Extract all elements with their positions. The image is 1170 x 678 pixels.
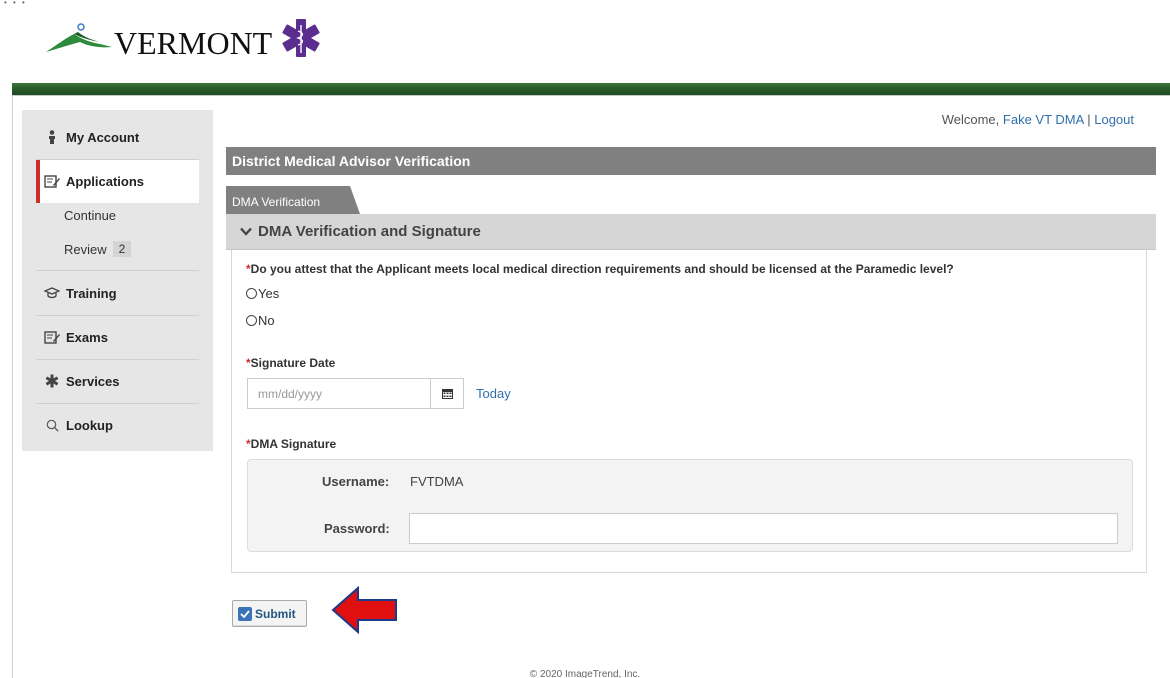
submit-button[interactable]: Submit — [232, 600, 307, 627]
logout-link[interactable]: Logout — [1094, 112, 1134, 127]
sidebar-item-training[interactable]: Training — [22, 271, 213, 315]
search-icon — [44, 419, 60, 432]
logo-text: VERMONT — [114, 24, 273, 61]
sidebar-item-label: Lookup — [66, 417, 113, 433]
username-label: Username: — [322, 474, 390, 489]
signature-date-input[interactable]: mm/dd/yyyy — [247, 378, 430, 409]
star-of-life-icon — [282, 19, 320, 57]
section-title: DMA Verification and Signature — [258, 223, 481, 240]
section-header[interactable]: DMA Verification and Signature — [226, 214, 1156, 250]
attest-question-label: *Do you attest that the Applicant meets … — [246, 262, 954, 276]
radio-label: No — [258, 313, 275, 328]
sidebar-item-applications[interactable]: Applications — [22, 159, 213, 203]
edit-icon — [44, 174, 60, 188]
radio-circle[interactable] — [246, 315, 257, 326]
field-label: Signature Date — [250, 356, 336, 370]
person-icon — [44, 130, 60, 144]
sidebar: My Account Applications Continue Review … — [22, 110, 213, 451]
welcome-bar: Welcome, Fake VT DMA | Logout — [942, 112, 1134, 127]
sidebar-item-services[interactable]: Services — [22, 359, 213, 403]
welcome-text: Welcome, — [941, 112, 1000, 127]
username-value: FVTDMA — [410, 474, 464, 489]
star-of-life-icon — [44, 374, 60, 388]
chevron-down-icon — [240, 227, 252, 239]
header-green-bar — [12, 83, 1170, 95]
sidebar-item-label: My Account — [66, 129, 140, 145]
submit-label: Submit — [255, 606, 296, 621]
subitem-label: Review — [64, 241, 107, 257]
sidebar-item-exams[interactable]: Exams — [22, 315, 213, 359]
review-count-badge: 2 — [112, 241, 132, 257]
field-label: DMA Signature — [250, 437, 337, 451]
radio-no[interactable]: No — [246, 313, 275, 328]
password-label: Password: — [324, 521, 390, 536]
sidebar-item-my-account[interactable]: My Account — [22, 115, 213, 159]
sidebar-item-label: Applications — [66, 173, 145, 189]
sidebar-item-label: Exams — [66, 329, 108, 345]
today-link[interactable]: Today — [476, 386, 511, 401]
calendar-button[interactable] — [430, 378, 464, 409]
sidebar-subitem-continue[interactable]: Continue — [64, 208, 116, 223]
page-left-border — [12, 95, 13, 678]
page-title: District Medical Advisor Verification — [226, 147, 1156, 175]
sidebar-item-label: Services — [66, 373, 120, 389]
subitem-label: Continue — [64, 208, 117, 223]
sidebar-item-label: Training — [66, 285, 117, 301]
dma-signature-label: *DMA Signature — [246, 437, 336, 451]
question-text: Do you attest that the Applicant meets l… — [250, 262, 954, 276]
red-arrow-annotation-icon — [331, 585, 397, 635]
check-icon — [238, 606, 252, 621]
tab-dma-verification[interactable]: DMA Verification — [226, 186, 360, 214]
signature-date-label: *Signature Date — [246, 356, 335, 370]
header-divider — [12, 95, 1170, 96]
sidebar-item-lookup[interactable]: Lookup — [22, 403, 213, 447]
window-corner-dots: • • • — [4, 0, 27, 7]
user-name-link[interactable]: Fake VT DMA — [1003, 112, 1084, 127]
mountain-logo-icon — [46, 23, 112, 52]
radio-yes[interactable]: Yes — [246, 286, 279, 301]
vermont-logo[interactable]: VERMONT — [44, 8, 322, 68]
radio-circle[interactable] — [246, 288, 257, 299]
graduation-cap-icon — [44, 287, 60, 299]
calendar-icon — [441, 389, 453, 399]
sidebar-subitem-review[interactable]: Review 2 — [64, 241, 132, 257]
footer-copyright: © 2020 ImageTrend, Inc. — [529, 669, 641, 678]
password-input[interactable] — [409, 513, 1118, 544]
radio-label: Yes — [258, 286, 280, 301]
welcome-separator: | — [1087, 112, 1091, 127]
edit-icon — [44, 330, 60, 344]
